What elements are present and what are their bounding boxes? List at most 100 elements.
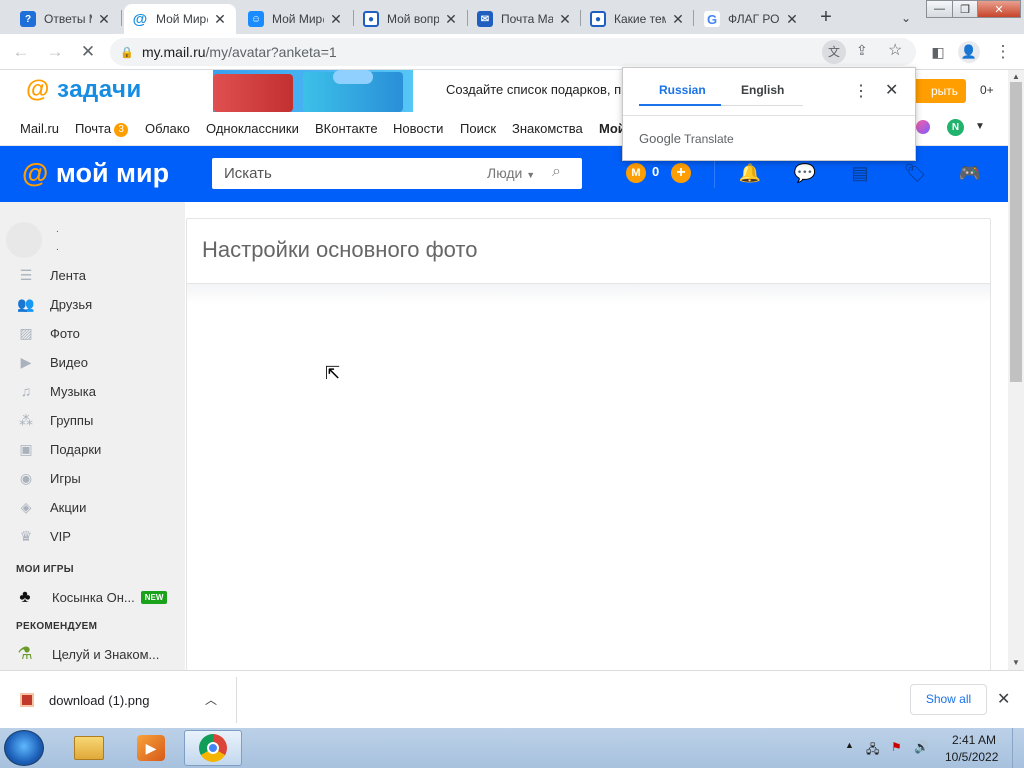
add-coins-button[interactable]: + xyxy=(671,163,691,183)
zadachi-logo[interactable]: @ задачи xyxy=(26,76,142,104)
download-file-name[interactable]: download (1).png xyxy=(49,693,149,708)
portal-link-news[interactable]: Новости xyxy=(393,121,443,136)
address-bar[interactable]: 🔒 my.mail.ru/my/avatar?anketa=1 文 ⇪ ☆ xyxy=(110,38,916,66)
gift-boxes-image xyxy=(213,70,413,112)
chevron-down-icon: ▼ xyxy=(526,170,536,180)
close-tab-icon[interactable]: ✕ xyxy=(784,11,800,28)
sidebar-item-games[interactable]: ◉ Игры xyxy=(0,466,185,490)
user-avatar[interactable]: N xyxy=(947,119,964,136)
browser-menu-icon[interactable]: ⋮ xyxy=(992,41,1014,63)
back-icon[interactable]: ← xyxy=(10,41,32,63)
minimize-button[interactable]: — xyxy=(926,0,953,18)
sidebar-item-friends[interactable]: 👥 Друзья xyxy=(0,292,185,316)
action-center-icon[interactable]: ⚑ xyxy=(891,740,902,754)
tab-answers[interactable]: ? Ответы Mail.ru ✕ xyxy=(12,4,120,34)
network-icon[interactable]: 🖧 xyxy=(866,740,879,761)
close-tab-icon[interactable]: ✕ xyxy=(443,11,459,28)
portal-link-search[interactable]: Поиск xyxy=(460,121,496,136)
coin-icon[interactable]: M xyxy=(626,163,646,183)
tab-topics[interactable]: ● Какие темы ✕ xyxy=(582,4,694,34)
close-tab-icon[interactable]: ✕ xyxy=(557,11,573,28)
scrollbar-thumb[interactable] xyxy=(1010,82,1022,382)
portal-link-mailru[interactable]: Mail.ru xyxy=(20,121,59,136)
tab-search-chevron-icon[interactable]: ⌄ xyxy=(894,6,918,30)
tray-expand-icon[interactable]: ▲ xyxy=(845,740,854,750)
chevron-up-icon[interactable]: ︿ xyxy=(205,691,217,708)
close-tab-icon[interactable]: ✕ xyxy=(670,11,686,28)
clock-time[interactable]: 2:41 AM xyxy=(952,733,996,747)
tag-icon[interactable]: 🏷 xyxy=(903,161,927,185)
close-tab-icon[interactable]: ✕ xyxy=(96,11,112,28)
recommend-item-kiss[interactable]: ⚗ Целуй и Знаком... xyxy=(0,642,185,666)
sidebar-item-gifts[interactable]: ▣ Подарки xyxy=(0,437,185,461)
sidebar-item-vip[interactable]: ♛ VIP xyxy=(0,524,185,548)
recommend-heading: РЕКОМЕНДУЕМ xyxy=(16,621,98,632)
tab-english[interactable]: English xyxy=(741,83,784,97)
sidebar-item-music[interactable]: ♫ Музыка xyxy=(0,379,185,403)
sidebar-item-video[interactable]: ▶ Видео xyxy=(0,350,185,374)
profile-icon[interactable]: 👤 xyxy=(958,41,980,63)
scroll-up-icon[interactable]: ▲ xyxy=(1012,72,1020,81)
forward-icon[interactable]: → xyxy=(44,41,66,63)
search-icon[interactable]: ⌕ xyxy=(552,163,561,181)
tab-flag[interactable]: G ФЛАГ РОССИИ ✕ xyxy=(696,4,808,34)
show-all-button[interactable]: Show all xyxy=(910,684,987,715)
close-tab-icon[interactable]: ✕ xyxy=(212,11,228,28)
stop-loading-icon[interactable]: ✕ xyxy=(77,41,99,63)
chrome-taskbar-button[interactable] xyxy=(184,730,242,766)
show-desktop-button[interactable] xyxy=(1012,728,1024,768)
clock-date[interactable]: 10/5/2022 xyxy=(945,750,998,764)
clubs-icon: ♣ xyxy=(19,587,31,606)
window-close-button[interactable]: ✕ xyxy=(977,0,1021,18)
music-icon: ♫ xyxy=(20,383,32,399)
answers-icon: ● xyxy=(363,11,379,27)
explorer-taskbar-button[interactable] xyxy=(60,730,118,766)
new-badge: NEW xyxy=(140,590,168,604)
tab-russian[interactable]: Russian xyxy=(659,83,706,97)
sidebar-item-feed[interactable]: ☰ Лента xyxy=(0,263,185,287)
bookmark-star-icon[interactable]: ☆ xyxy=(888,40,902,60)
portal-link-ok[interactable]: Одноклассники xyxy=(206,121,299,136)
sidebar-item-photo[interactable]: ▨ Фото xyxy=(0,321,185,345)
portal-link-cloud[interactable]: Облако xyxy=(145,121,190,136)
scroll-down-icon[interactable]: ▼ xyxy=(1012,658,1020,667)
user-status-icon[interactable] xyxy=(916,120,930,134)
tab-mail[interactable]: ✉ Почта Mail.ru ✕ xyxy=(469,4,581,34)
user-name-line-2: . xyxy=(56,242,59,253)
translate-icon[interactable]: 文 xyxy=(822,40,846,64)
gamepad-icon: ◉ xyxy=(19,470,33,486)
new-tab-button[interactable]: + xyxy=(812,6,840,30)
search-scope-select[interactable]: Люди ▼ xyxy=(487,165,535,181)
translate-options-icon[interactable]: ⋮ xyxy=(853,81,869,101)
maximize-button[interactable]: ❐ xyxy=(952,0,978,18)
gamepad-icon[interactable]: 🎮 xyxy=(958,161,982,185)
sidebar-item-groups[interactable]: ⁂ Группы xyxy=(0,408,185,432)
messages-icon[interactable]: ▤ xyxy=(848,161,872,185)
url-path: /my/avatar?anketa=1 xyxy=(205,44,337,60)
tab-moy-mir[interactable]: @ Мой Мир@Mail.ru ✕ xyxy=(124,4,236,34)
side-panel-icon[interactable]: ◧ xyxy=(927,41,949,63)
close-icon[interactable]: ✕ xyxy=(885,80,898,100)
tab-moy-mir-2[interactable]: ☺ Мой Мир@Mail.ru ✕ xyxy=(240,4,352,34)
gift-icon: ▣ xyxy=(19,441,33,457)
tab-my-question[interactable]: ● Мой вопрос ✕ xyxy=(355,4,467,34)
photo-settings-panel: Настройки основного фото xyxy=(186,218,991,670)
portal-link-dating[interactable]: Знакомства xyxy=(512,121,583,136)
game-item-solitaire[interactable]: ♣ Косынка Он... NEW xyxy=(0,585,185,609)
user-avatar-placeholder[interactable] xyxy=(6,222,42,258)
share-icon[interactable]: ⇪ xyxy=(856,42,868,59)
search-input[interactable] xyxy=(212,158,472,189)
volume-icon[interactable]: 🔊 xyxy=(914,740,929,754)
page-scrollbar[interactable]: ▲ ▼ xyxy=(1008,70,1024,670)
portal-link-vk[interactable]: ВКонтакте xyxy=(315,121,378,136)
chat-icon[interactable]: 💬 xyxy=(793,161,817,185)
bell-icon[interactable]: 🔔 xyxy=(738,161,762,185)
account-dropdown-icon[interactable]: ▼ xyxy=(975,121,985,132)
portal-link-mail[interactable]: Почта 3 xyxy=(75,121,129,137)
sidebar-item-promos[interactable]: ◈ Акции xyxy=(0,495,185,519)
media-player-taskbar-button[interactable]: ▶ xyxy=(122,730,180,766)
close-icon[interactable]: ✕ xyxy=(997,689,1010,709)
close-tab-icon[interactable]: ✕ xyxy=(328,11,344,28)
moy-mir-logo[interactable]: @ мой мир xyxy=(22,158,169,189)
start-button[interactable] xyxy=(4,730,44,766)
